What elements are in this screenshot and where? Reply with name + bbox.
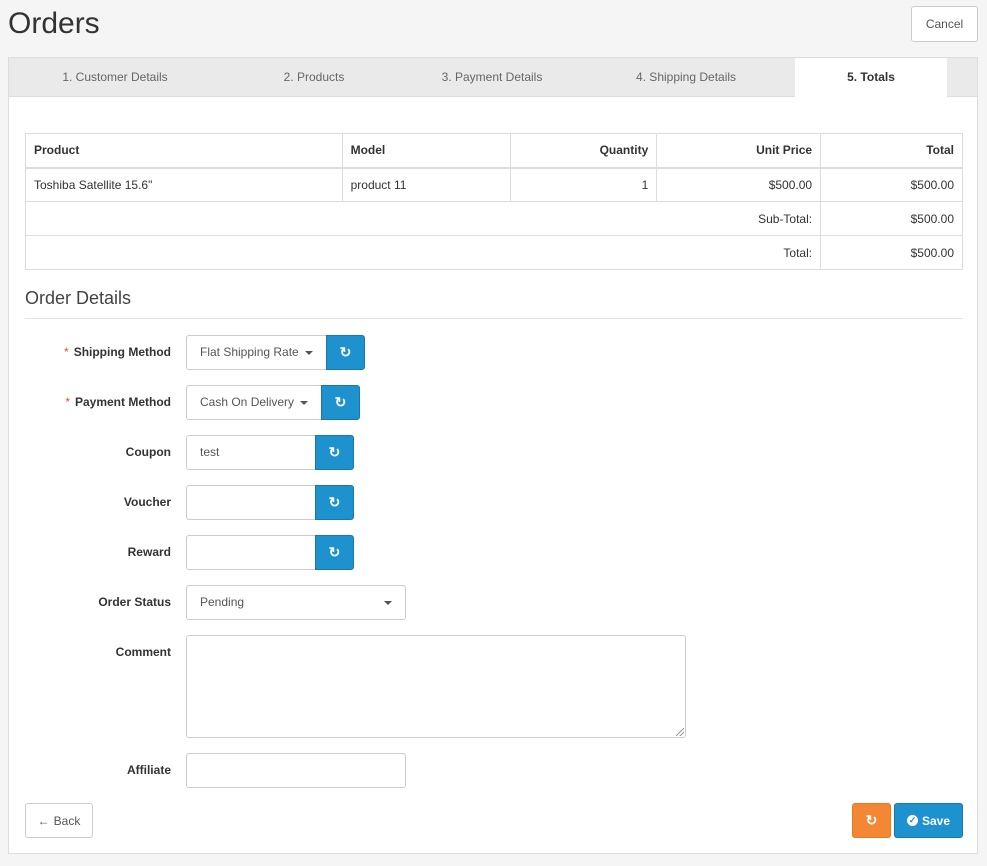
order-status-row: Order Status Pending (25, 585, 965, 620)
caret-down-icon (384, 601, 392, 605)
page-title: Orders (8, 7, 100, 40)
column-header-unit-price: Unit Price (656, 133, 822, 169)
subtotal-row: Sub-Total: $500.00 (24, 201, 963, 236)
refresh-icon: ↻ (334, 394, 347, 410)
tab-totals[interactable]: 5. Totals (795, 58, 947, 98)
subtotal-label: Sub-Total: (24, 201, 822, 236)
cell-quantity: 1 (510, 167, 658, 202)
column-header-quantity: Quantity (510, 133, 658, 169)
caret-down-icon (304, 350, 313, 355)
required-marker: * (65, 395, 70, 409)
coupon-label: Coupon (125, 445, 171, 459)
resize-handle[interactable] (676, 728, 684, 736)
cell-product: Toshiba Satellite 15.6" (25, 167, 343, 202)
total-row: Total: $500.00 (24, 235, 963, 270)
shipping-method-row: * Shipping Method Flat Shipping Rate ↻ (25, 335, 965, 370)
cell-model: product 11 (341, 167, 512, 202)
step-tabs: 1. Customer Details 2. Products 3. Payme… (9, 58, 977, 98)
tab-payment-details[interactable]: 3. Payment Details (407, 58, 577, 97)
coupon-row: Coupon test ↻ (25, 435, 965, 470)
coupon-input[interactable]: test (186, 435, 316, 470)
voucher-apply-button[interactable]: ↻ (315, 485, 354, 520)
reward-label: Reward (127, 545, 171, 559)
order-details-title: Order Details (25, 288, 963, 319)
reward-row: Reward ↻ (25, 535, 965, 570)
voucher-label: Voucher (123, 495, 171, 509)
back-button[interactable]: ← Back (25, 803, 93, 838)
cancel-button[interactable]: Cancel (911, 6, 978, 42)
products-table: Product Model Quantity Unit Price Total … (24, 133, 963, 270)
order-status-label: Order Status (98, 595, 171, 609)
tab-customer-details[interactable]: 1. Customer Details (9, 58, 221, 97)
shipping-refresh-button[interactable]: ↻ (326, 335, 365, 370)
affiliate-input[interactable] (186, 753, 406, 788)
cell-unit-price: $500.00 (656, 167, 822, 202)
voucher-row: Voucher ↻ (25, 485, 965, 520)
affiliate-row: Affiliate (25, 753, 965, 788)
caret-down-icon (300, 400, 309, 405)
order-status-select[interactable]: Pending (186, 585, 406, 620)
table-row: Toshiba Satellite 15.6" product 11 1 $50… (25, 167, 963, 202)
check-circle-icon: ✓ (906, 815, 918, 826)
column-header-model: Model (341, 133, 512, 169)
column-header-total: Total (820, 133, 963, 169)
voucher-input[interactable] (186, 485, 316, 520)
total-label: Total: (24, 235, 822, 270)
refresh-icon: ↻ (328, 444, 341, 460)
subtotal-value: $500.00 (820, 201, 963, 236)
payment-method-label: * Payment Method (65, 395, 171, 409)
order-panel: 1. Customer Details 2. Products 3. Payme… (8, 57, 978, 854)
reward-input[interactable] (186, 535, 316, 570)
refresh-button[interactable]: ↻ (852, 803, 891, 838)
arrow-left-icon: ← (37, 813, 50, 828)
payment-method-dropdown[interactable]: Cash On Delivery (186, 385, 322, 420)
coupon-apply-button[interactable]: ↻ (315, 435, 354, 470)
reward-apply-button[interactable]: ↻ (315, 535, 354, 570)
refresh-icon: ↻ (339, 344, 352, 360)
shipping-method-label: * Shipping Method (64, 345, 171, 359)
refresh-icon: ↻ (328, 494, 341, 510)
refresh-icon: ↻ (328, 544, 341, 560)
shipping-method-dropdown[interactable]: Flat Shipping Rate (186, 335, 327, 370)
comment-textarea[interactable] (186, 635, 686, 738)
cell-total: $500.00 (820, 167, 963, 202)
required-marker: * (64, 345, 69, 359)
comment-row: Comment (25, 635, 965, 738)
payment-refresh-button[interactable]: ↻ (321, 385, 360, 420)
table-header-row: Product Model Quantity Unit Price Total (25, 133, 963, 169)
column-header-product: Product (25, 133, 343, 169)
save-button[interactable]: ✓ Save (894, 803, 963, 838)
affiliate-label: Affiliate (126, 763, 171, 777)
tab-shipping-details[interactable]: 4. Shipping Details (577, 58, 795, 97)
total-value: $500.00 (820, 235, 963, 270)
refresh-icon: ↻ (865, 812, 878, 828)
payment-method-row: * Payment Method Cash On Delivery ↻ (25, 385, 965, 420)
comment-label: Comment (115, 645, 171, 659)
tab-products[interactable]: 2. Products (221, 58, 407, 97)
